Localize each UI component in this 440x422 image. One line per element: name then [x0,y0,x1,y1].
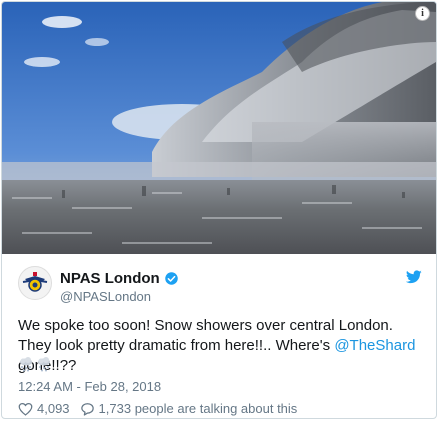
tweet-actions: 4,093 1,733 people are talking about thi… [18,401,307,416]
like-action[interactable]: 4,093 [18,401,70,416]
mention-link[interactable]: @TheShard [334,337,415,354]
cloud-with-snow-icon [20,357,32,372]
snow-cloud-photo [2,2,436,254]
tweet-photo[interactable]: i [2,2,436,254]
speech-bubble-icon [80,402,94,416]
twitter-bird-icon[interactable] [406,270,422,284]
tweet-timestamp[interactable]: 12:24 AM - Feb 28, 2018 [18,379,161,394]
like-count: 4,093 [37,401,70,416]
avatar[interactable] [18,266,52,300]
verified-badge-icon [164,272,178,285]
npas-logo-icon [22,272,48,292]
info-icon[interactable]: i [415,6,430,21]
tweet-header: NPAS London @NPASLondon [2,254,436,308]
talking-count: 1,733 people are talking about this [98,401,298,416]
tweet-text: We spoke too soon! Snow showers over cen… [18,316,426,376]
cloud-with-snow-icon [38,357,50,372]
heart-icon [18,402,33,416]
talking-action[interactable]: 1,733 people are talking about this [80,401,298,416]
author-name-row[interactable]: NPAS London [60,270,179,287]
author-display-name[interactable]: NPAS London [60,270,160,287]
embedded-tweet-card: i NPAS London @NPASLondon We spoke too s… [1,1,437,419]
author-handle[interactable]: @NPASLondon [60,289,151,304]
emoji-row [18,356,52,372]
